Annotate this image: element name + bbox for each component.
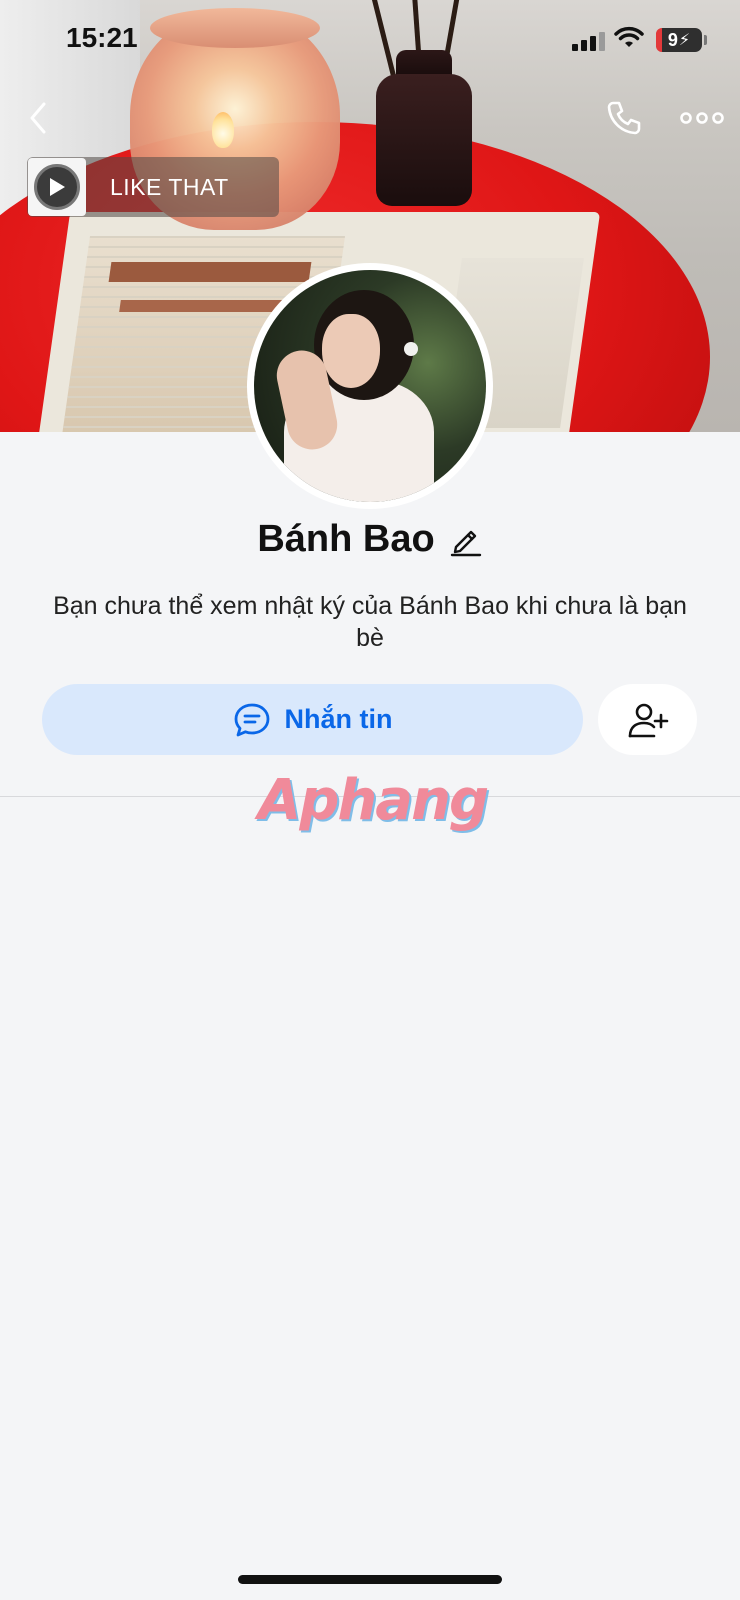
profile-name: Bánh Bao — [257, 518, 435, 560]
more-options-button[interactable] — [680, 108, 724, 128]
music-title: LIKE THAT — [110, 173, 229, 200]
privacy-notice: Bạn chưa thể xem nhật ký của Bánh Bao kh… — [53, 592, 687, 652]
status-bar: 15:21 9 ⚡ — [0, 0, 740, 84]
phone-icon — [607, 101, 641, 135]
profile-avatar[interactable] — [247, 263, 493, 509]
add-user-icon — [628, 703, 668, 737]
back-button[interactable] — [22, 98, 56, 138]
add-friend-button[interactable] — [598, 684, 697, 755]
wifi-icon — [614, 26, 644, 47]
more-horizontal-icon — [680, 112, 724, 124]
charging-bolt-icon: ⚡ — [678, 32, 691, 49]
pencil-icon — [450, 530, 481, 556]
chat-bubble-icon — [234, 703, 269, 736]
profile-name-row: Bánh Bao — [0, 518, 740, 561]
chevron-left-icon — [30, 102, 46, 134]
home-indicator[interactable] — [238, 1575, 502, 1584]
music-cover-thumbnail — [28, 158, 86, 216]
profile-music[interactable]: LIKE THAT — [27, 157, 279, 217]
cellular-signal-icon — [572, 31, 606, 51]
call-button[interactable] — [604, 98, 644, 138]
message-button-label: Nhắn tin — [284, 704, 393, 734]
battery-icon: 9 ⚡ — [656, 28, 702, 52]
watermark-logo: Aphang — [258, 768, 489, 833]
battery-level: 9 — [667, 29, 678, 50]
edit-name-button[interactable] — [449, 523, 483, 557]
message-button[interactable]: Nhắn tin — [42, 684, 583, 755]
play-icon[interactable] — [34, 164, 80, 210]
status-time: 15:21 — [66, 22, 138, 53]
